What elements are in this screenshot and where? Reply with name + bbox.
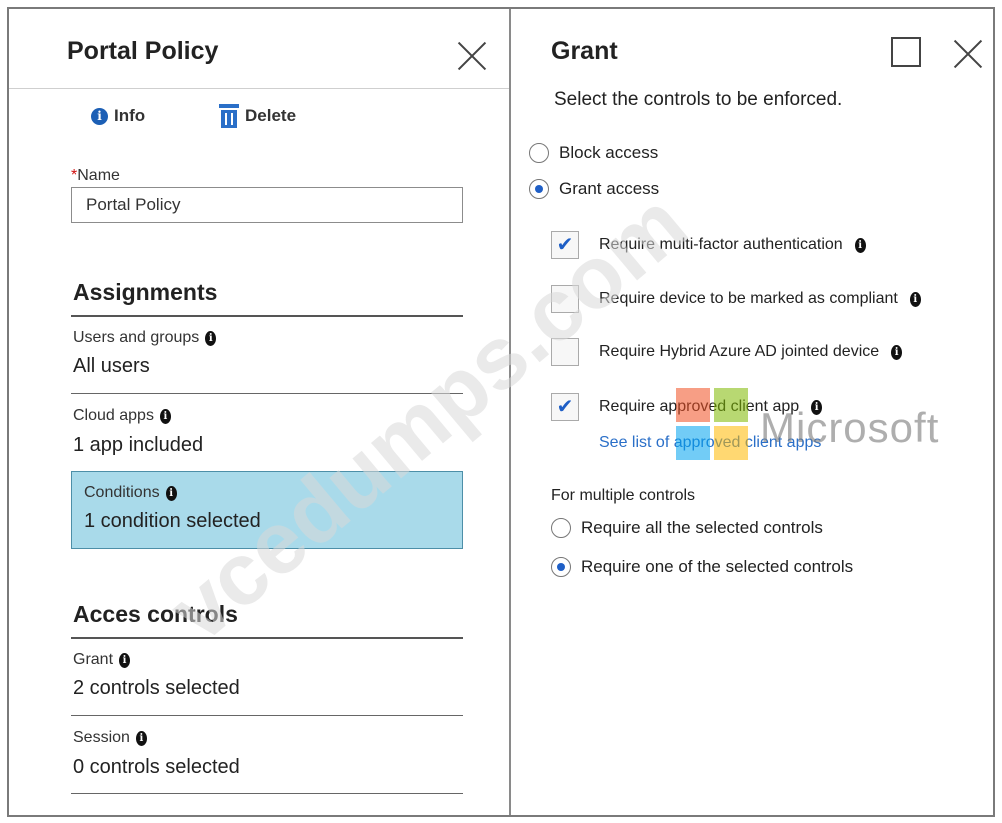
- assignments-heading: Assignments: [73, 279, 218, 305]
- checkbox[interactable]: ✔: [551, 393, 579, 421]
- divider: [71, 793, 463, 794]
- radio-label: Require all the selected controls: [581, 518, 823, 537]
- maximize-icon[interactable]: [891, 37, 921, 67]
- conditions-label: Conditions: [84, 484, 160, 501]
- close-icon[interactable]: [455, 39, 489, 73]
- users-groups-value: All users: [73, 355, 150, 377]
- blade-toolbar: i Info Delete: [9, 101, 509, 133]
- info-icon[interactable]: i: [891, 344, 903, 360]
- cloud-apps-value: 1 app included: [73, 434, 204, 456]
- blade-header: Portal Policy: [9, 9, 509, 89]
- radio-label: Require one of the selected controls: [581, 557, 854, 576]
- info-button-label: Info: [114, 106, 146, 125]
- info-icon[interactable]: i: [135, 730, 147, 746]
- multiple-controls-label: For multiple controls: [551, 487, 696, 504]
- blade-title: Grant: [551, 37, 618, 65]
- name-label-text: Name: [77, 167, 120, 184]
- info-icon[interactable]: i: [165, 485, 177, 501]
- hybrid-device-checkbox-row[interactable]: Require Hybrid Azure AD jointed device i: [551, 338, 903, 366]
- radio-label: Block access: [559, 143, 659, 162]
- radio-button[interactable]: [551, 518, 571, 538]
- cloud-apps-label: Cloud apps: [73, 407, 154, 424]
- microsoft-logo-icon: [676, 388, 748, 460]
- delete-button-label: Delete: [245, 106, 297, 125]
- info-icon[interactable]: i: [205, 330, 217, 346]
- info-button[interactable]: i Info: [91, 101, 145, 131]
- info-icon[interactable]: i: [159, 408, 171, 424]
- name-label: *Name: [71, 167, 120, 185]
- watermark-brand-text: Microsoft: [760, 404, 940, 451]
- grant-label: Grant: [73, 651, 114, 668]
- radio-button[interactable]: [529, 143, 549, 163]
- name-field[interactable]: [71, 187, 463, 223]
- users-groups-label: Users and groups: [73, 329, 200, 346]
- checkmark-icon: ✔: [556, 396, 574, 418]
- divider: [71, 315, 463, 317]
- blade-title: Portal Policy: [67, 37, 219, 65]
- info-icon[interactable]: i: [854, 237, 866, 253]
- blade-subtitle: Select the controls to be enforced.: [554, 89, 843, 110]
- delete-button[interactable]: Delete: [219, 101, 296, 131]
- info-icon[interactable]: i: [909, 291, 921, 307]
- radio-button[interactable]: [551, 557, 571, 577]
- block-access-radio[interactable]: Block access: [529, 143, 658, 163]
- divider: [71, 715, 463, 716]
- require-one-radio[interactable]: Require one of the selected controls: [551, 557, 853, 577]
- info-icon[interactable]: i: [119, 652, 131, 668]
- session-label: Session: [73, 729, 130, 746]
- control-label: Require Hybrid Azure AD jointed device: [599, 343, 880, 360]
- require-all-radio[interactable]: Require all the selected controls: [551, 518, 823, 538]
- session-value: 0 controls selected: [73, 756, 240, 778]
- info-icon: i: [91, 107, 108, 125]
- trash-icon: [219, 104, 239, 128]
- radio-button[interactable]: [529, 179, 549, 199]
- divider: [71, 637, 463, 639]
- grant-value: 2 controls selected: [73, 677, 240, 699]
- close-icon[interactable]: [951, 37, 985, 71]
